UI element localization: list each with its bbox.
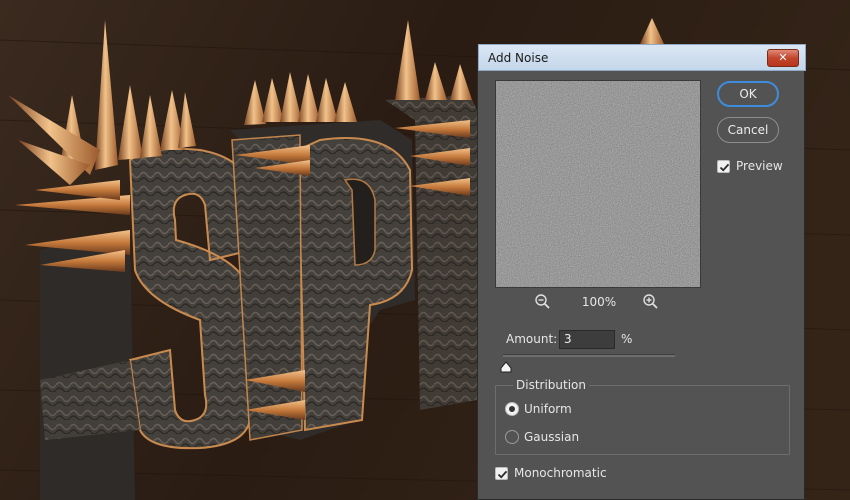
checkmark-icon xyxy=(719,163,730,172)
gaussian-radio[interactable] xyxy=(505,430,519,444)
preview-label: Preview xyxy=(736,159,783,173)
dialog-titlebar[interactable]: Add Noise ✕ xyxy=(478,44,806,71)
amount-label: Amount: xyxy=(506,332,558,346)
uniform-label: Uniform xyxy=(524,402,572,416)
uniform-radio[interactable] xyxy=(505,402,519,416)
add-noise-dialog: Add Noise ✕ 100% OK Cancel Preview Amoun… xyxy=(477,44,806,500)
zoom-in-icon xyxy=(643,294,658,309)
checkmark-icon xyxy=(497,470,508,479)
distribution-group xyxy=(495,385,790,455)
amount-slider-track[interactable] xyxy=(503,354,675,357)
zoom-in-button[interactable] xyxy=(642,293,660,311)
zoom-level: 100% xyxy=(581,295,617,309)
zoom-out-icon xyxy=(535,294,550,309)
noise-preview-image xyxy=(496,81,700,287)
dialog-title: Add Noise xyxy=(488,51,549,65)
preview-checkbox[interactable] xyxy=(717,160,730,173)
cancel-button[interactable]: Cancel xyxy=(717,117,779,143)
ok-button[interactable]: OK xyxy=(717,81,779,107)
zoom-out-button[interactable] xyxy=(534,293,552,311)
monochromatic-checkbox[interactable] xyxy=(495,467,508,480)
monochromatic-label: Monochromatic xyxy=(514,466,607,480)
distribution-title: Distribution xyxy=(513,378,590,392)
amount-unit: % xyxy=(621,332,633,346)
amount-input[interactable]: 3 xyxy=(559,330,615,349)
preview-pane[interactable] xyxy=(495,80,701,288)
close-icon: ✕ xyxy=(778,51,788,64)
amount-slider-thumb[interactable] xyxy=(500,358,512,373)
slider-thumb-icon xyxy=(500,361,512,373)
close-button[interactable]: ✕ xyxy=(767,49,799,67)
gaussian-label: Gaussian xyxy=(524,430,580,444)
